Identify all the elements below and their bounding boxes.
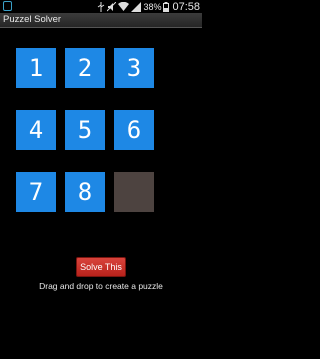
- status-icons: 38% 07:58: [97, 0, 200, 13]
- puzzle-tile-2[interactable]: 2: [65, 48, 105, 88]
- instruction-text: Drag and drop to create a puzzle: [39, 281, 163, 291]
- battery-percent: 38%: [143, 1, 162, 12]
- puzzle-tile-6[interactable]: 6: [114, 110, 154, 150]
- title-bar: Puzzel Solver: [0, 13, 202, 28]
- signal-icon: [131, 1, 142, 12]
- puzzle-tile-4[interactable]: 4: [16, 110, 56, 150]
- app-notification-icon: [3, 1, 12, 11]
- puzzle-tile-8[interactable]: 8: [65, 172, 105, 212]
- puzzle-tile-5[interactable]: 5: [65, 110, 105, 150]
- puzzle-tile-1[interactable]: 1: [16, 48, 56, 88]
- battery-icon: [163, 1, 170, 12]
- puzzle-tile-7[interactable]: 7: [16, 172, 56, 212]
- puzzle-empty-slot[interactable]: [114, 172, 154, 212]
- app-title: Puzzel Solver: [3, 14, 62, 25]
- usb-icon: [98, 1, 105, 12]
- clock: 07:58: [172, 0, 200, 13]
- mute-icon: [107, 1, 117, 11]
- puzzle-grid: 1 2 3 4 5 6 7 8: [16, 48, 156, 212]
- status-bar: 38% 07:58: [0, 0, 202, 13]
- puzzle-tile-3[interactable]: 3: [114, 48, 154, 88]
- solve-button[interactable]: Solve This: [76, 257, 126, 277]
- wifi-icon: [118, 1, 130, 11]
